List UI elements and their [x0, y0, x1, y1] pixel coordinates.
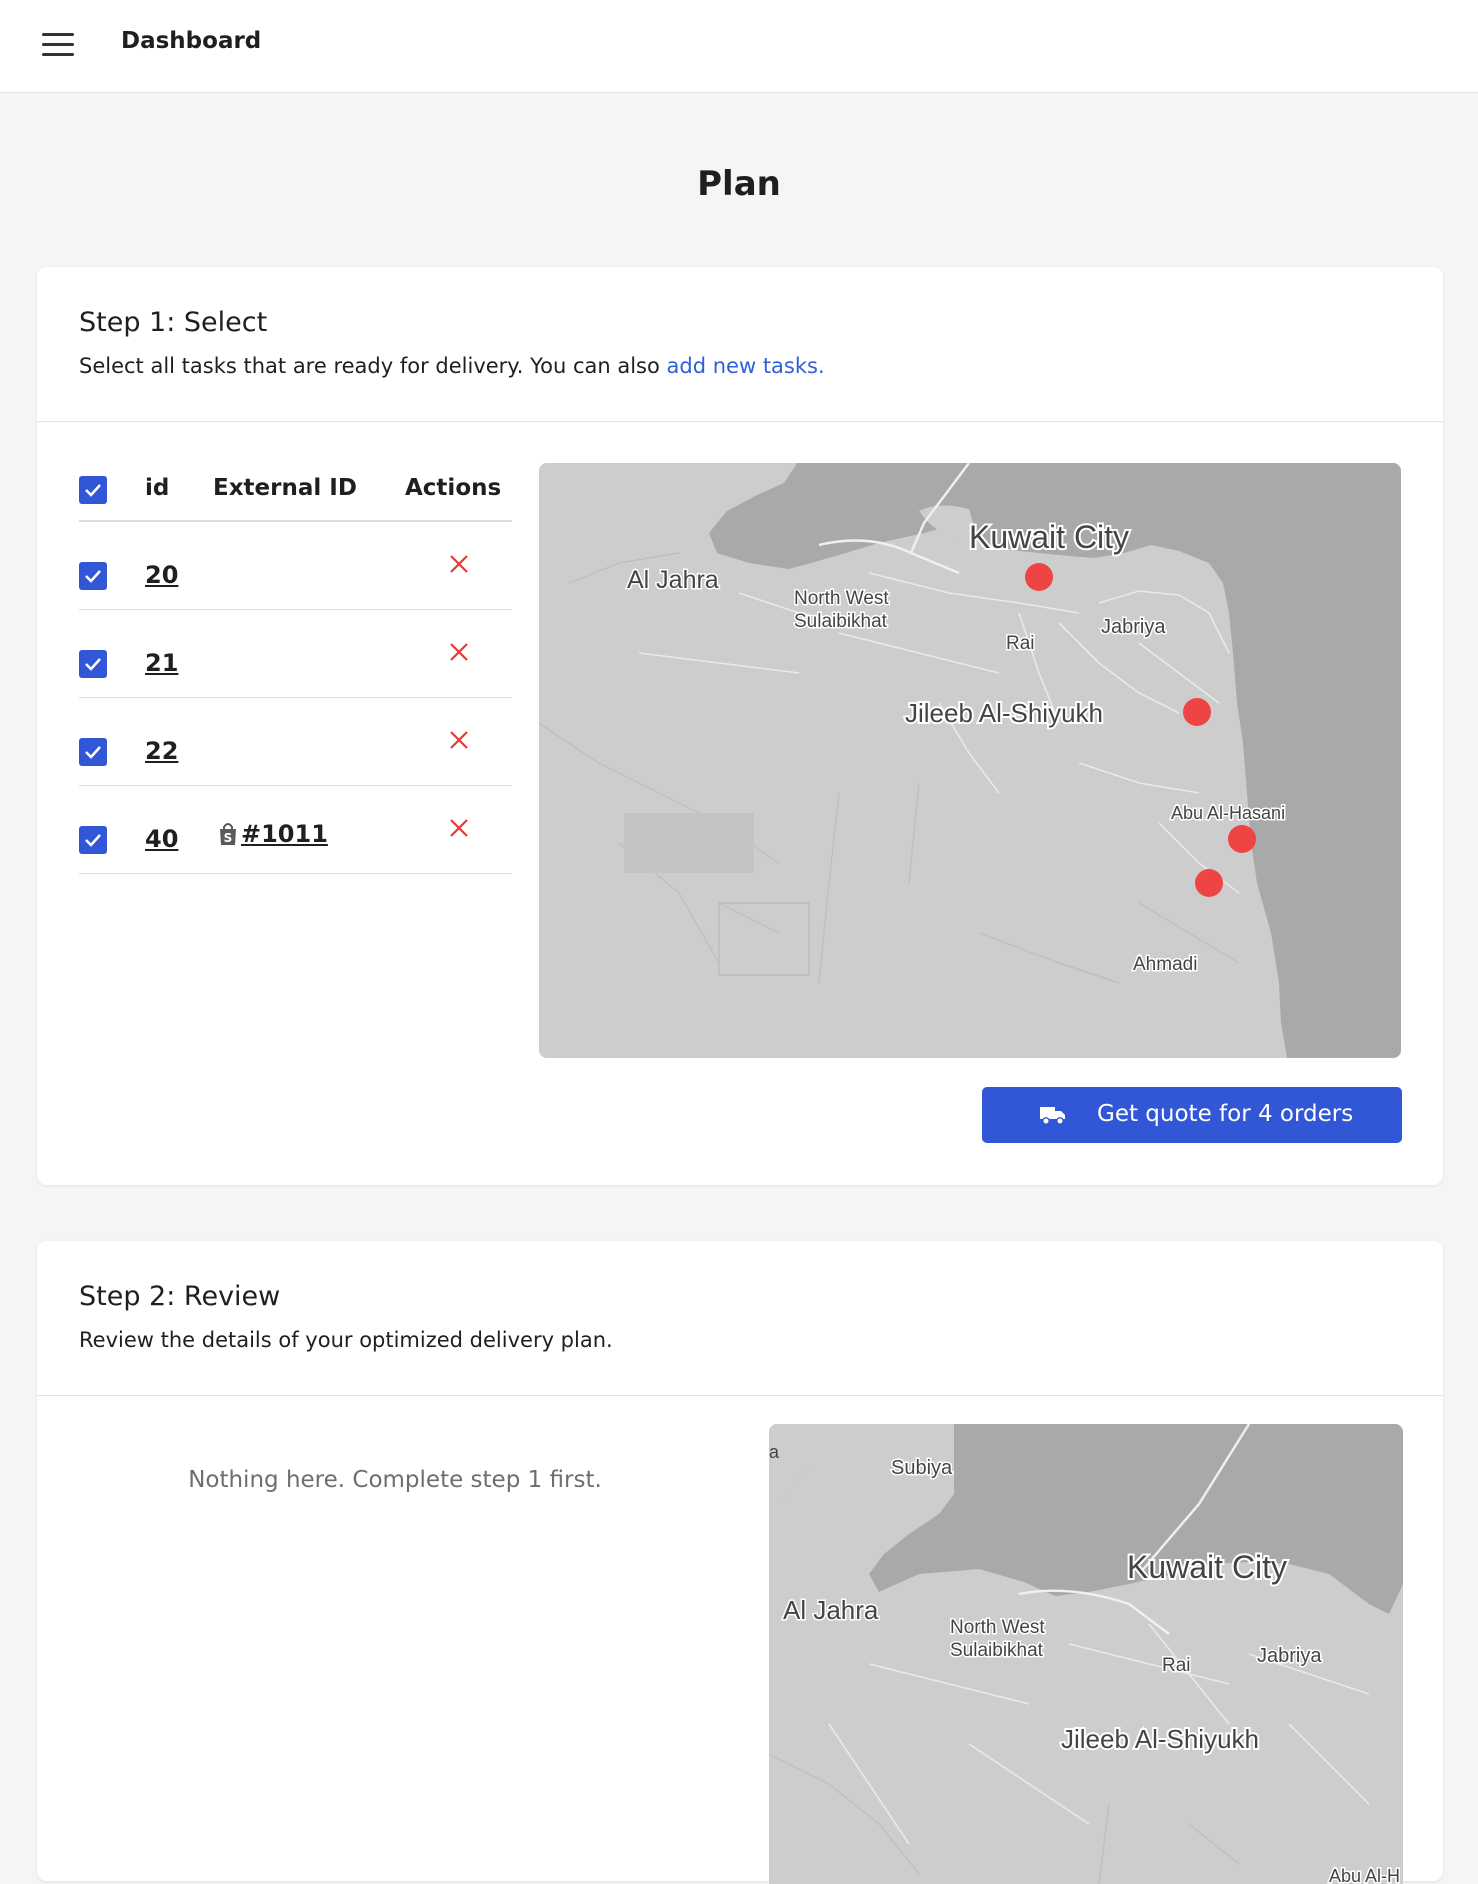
- map-label: Jileeb Al-Shiyukh: [1061, 1724, 1259, 1754]
- step1-header: Step 1: Select Select all tasks that are…: [37, 267, 1443, 422]
- table-row: 40 S #1011: [79, 786, 512, 874]
- task-id-link[interactable]: 40: [145, 825, 178, 853]
- top-bar: Dashboard: [0, 0, 1478, 93]
- table-row: 20: [79, 522, 512, 610]
- map-label: North West: [950, 1617, 1045, 1638]
- row-checkbox[interactable]: [79, 738, 107, 766]
- map-label: Sulaibikhat: [794, 611, 888, 632]
- get-quote-button[interactable]: Get quote for 4 orders: [982, 1087, 1402, 1143]
- column-header-actions: Actions: [405, 475, 502, 501]
- map-label: Jileeb Al-Shiyukh: [905, 698, 1103, 728]
- svg-text:S: S: [224, 831, 233, 845]
- table-row: 21: [79, 610, 512, 698]
- map-label: Rai: [1006, 633, 1035, 654]
- map-label: North West: [794, 588, 889, 609]
- plan-map[interactable]: a Subiya Kuwait City Al Jahra North West…: [769, 1424, 1403, 1884]
- map-label: Kuwait City: [1127, 1549, 1287, 1585]
- map-label: Al Jahra: [627, 566, 719, 594]
- map-canvas: Kuwait City Al Jahra North West Sulaibik…: [539, 463, 1401, 1058]
- step1-title: Step 1: Select: [79, 307, 268, 338]
- map-label: Abu Al-Hasani: [1171, 803, 1285, 823]
- table-row: 22: [79, 698, 512, 786]
- map-label: Subiya: [891, 1457, 953, 1479]
- shopping-bag-icon: S: [220, 823, 236, 845]
- checkmark-icon: [85, 484, 101, 497]
- map-label: a: [769, 1442, 780, 1462]
- checkmark-icon: [85, 658, 101, 671]
- close-icon[interactable]: [448, 641, 470, 663]
- truck-icon: [1040, 1107, 1065, 1125]
- map-label: Rai: [1162, 1655, 1191, 1676]
- close-icon[interactable]: [448, 817, 470, 839]
- tasks-table-header: id External ID Actions: [79, 455, 512, 522]
- checkmark-icon: [85, 746, 101, 759]
- map-label: Kuwait City: [969, 519, 1129, 555]
- map-label: Al Jahra: [783, 1595, 879, 1625]
- hamburger-menu-icon[interactable]: [40, 30, 76, 60]
- map-canvas: a Subiya Kuwait City Al Jahra North West…: [769, 1424, 1403, 1884]
- step1-description-text: Select all tasks that are ready for deli…: [79, 354, 667, 378]
- map-label: Sulaibikhat: [950, 1640, 1044, 1661]
- tasks-table: id External ID Actions 20 21 22 40 S #10…: [79, 455, 512, 874]
- map-label: Abu Al-H: [1329, 1866, 1400, 1884]
- map-label: Jabriya: [1101, 616, 1166, 638]
- step1-description: Select all tasks that are ready for deli…: [79, 354, 825, 378]
- tasks-map[interactable]: Kuwait City Al Jahra North West Sulaibik…: [539, 463, 1401, 1058]
- row-checkbox[interactable]: [79, 650, 107, 678]
- add-new-tasks-link[interactable]: add new tasks.: [667, 354, 825, 378]
- task-id-link[interactable]: 22: [145, 737, 178, 765]
- map-label: Jabriya: [1257, 1645, 1322, 1667]
- close-icon[interactable]: [448, 729, 470, 751]
- empty-state-message: Nothing here. Complete step 1 first.: [188, 1467, 602, 1493]
- map-marker[interactable]: [1183, 698, 1211, 726]
- column-header-external-id[interactable]: External ID: [213, 475, 357, 501]
- step1-card: Step 1: Select Select all tasks that are…: [37, 267, 1443, 1185]
- step2-header: Step 2: Review Review the details of you…: [37, 1241, 1443, 1396]
- brand-title[interactable]: Dashboard: [121, 28, 261, 54]
- row-checkbox[interactable]: [79, 826, 107, 854]
- checkmark-icon: [85, 570, 101, 583]
- close-icon[interactable]: [448, 553, 470, 575]
- checkmark-icon: [85, 834, 101, 847]
- map-marker[interactable]: [1025, 563, 1053, 591]
- map-marker[interactable]: [1195, 869, 1223, 897]
- map-label: Ahmadi: [1133, 954, 1197, 975]
- task-id-link[interactable]: 20: [145, 561, 178, 589]
- column-header-id[interactable]: id: [145, 475, 169, 501]
- task-id-link[interactable]: 21: [145, 649, 178, 677]
- step2-title: Step 2: Review: [79, 1281, 281, 1312]
- row-checkbox[interactable]: [79, 562, 107, 590]
- select-all-checkbox[interactable]: [79, 476, 107, 504]
- step2-card: Step 2: Review Review the details of you…: [37, 1241, 1443, 1884]
- map-marker[interactable]: [1228, 825, 1256, 853]
- page-title: Plan: [697, 164, 781, 204]
- step2-description: Review the details of your optimized del…: [79, 1328, 613, 1352]
- external-id-link[interactable]: #1011: [241, 820, 328, 848]
- get-quote-label: Get quote for 4 orders: [1097, 1101, 1354, 1127]
